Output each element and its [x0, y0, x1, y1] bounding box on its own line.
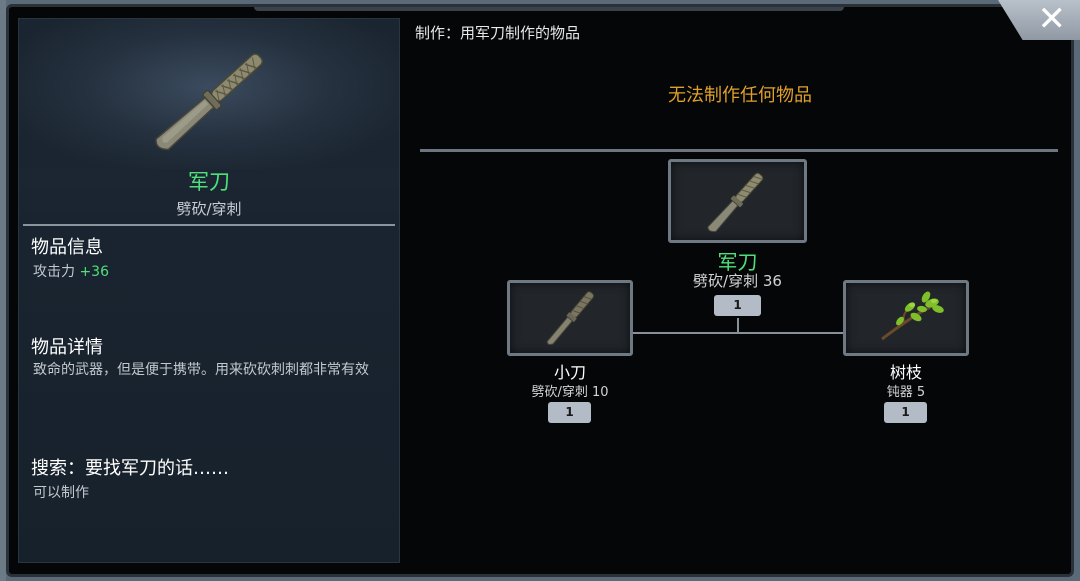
- item-detail-panel: 军刀 劈砍/穿刺 物品信息 攻击力 +36 物品详情 致命的武器，但是便于携带。…: [18, 18, 400, 563]
- no-craft-message: 无法制作任何物品: [668, 85, 812, 106]
- divider: [23, 224, 395, 226]
- window-top-bar: [254, 7, 844, 11]
- attack-stat: 攻击力 +36: [33, 263, 109, 281]
- search-text: 可以制作: [33, 485, 89, 501]
- ingredient-name-branch: 树枝: [889, 363, 922, 382]
- ingredient-count-badge: 1: [884, 402, 927, 423]
- item-type: 劈砍/穿刺: [176, 200, 242, 218]
- item-info-title: 物品信息: [31, 237, 103, 258]
- search-title: 搜索：要找军刀的话……: [31, 458, 229, 479]
- ingredient-stat-small-knife: 劈砍/穿刺 10: [531, 385, 609, 400]
- result-slot[interactable]: [668, 159, 807, 243]
- item-details-title: 物品详情: [31, 337, 103, 358]
- attack-value: +36: [79, 264, 109, 280]
- branch-icon: [881, 291, 944, 341]
- ingredient-slot-small-knife[interactable]: [507, 280, 633, 356]
- section-divider: [420, 149, 1058, 152]
- military-knife-icon: [707, 172, 764, 233]
- item-preview: [19, 19, 399, 169]
- close-icon: ✕: [1037, 0, 1067, 39]
- item-name: 军刀: [188, 170, 230, 194]
- attack-label: 攻击力: [33, 264, 75, 280]
- result-count-badge: 1: [714, 295, 761, 316]
- ingredient-name-small-knife: 小刀: [553, 363, 586, 382]
- result-stat: 劈砍/穿刺 36: [693, 272, 782, 290]
- ingredient-slot-branch[interactable]: [843, 280, 969, 356]
- recipe-connector-vertical: [737, 318, 739, 333]
- item-details-text: 致命的武器，但是便于携带。用来砍砍刺刺都非常有效: [33, 362, 369, 378]
- craft-header: 制作：用军刀制作的物品: [415, 24, 581, 42]
- small-knife-icon: [546, 291, 595, 345]
- ingredient-stat-branch: 钝器 5: [886, 385, 926, 400]
- military-knife-icon: [155, 53, 264, 151]
- ingredient-count-badge: 1: [548, 402, 591, 423]
